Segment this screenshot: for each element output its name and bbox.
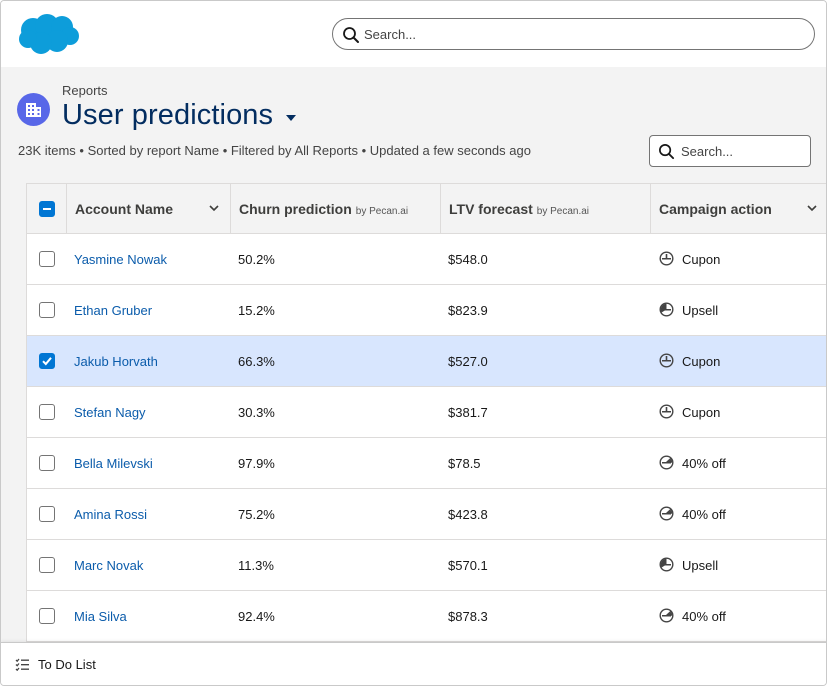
row-checkbox[interactable] xyxy=(39,455,55,471)
discount-icon xyxy=(659,506,674,521)
cloud-logo-icon[interactable] xyxy=(17,13,81,57)
account-name-link[interactable]: Marc Novak xyxy=(74,558,143,573)
campaign-action-value: Cupon xyxy=(682,354,721,369)
global-search[interactable] xyxy=(332,18,815,50)
account-name-link[interactable]: Stefan Nagy xyxy=(74,405,146,420)
row-checkbox[interactable] xyxy=(39,251,55,267)
churn-prediction-value: 92.4% xyxy=(238,609,275,624)
chevron-down-icon[interactable] xyxy=(807,205,817,212)
campaign-action-value: Cupon xyxy=(682,252,721,267)
select-all-column xyxy=(27,184,67,234)
column-header-churn-prediction[interactable]: Churn prediction by Pecan.ai xyxy=(231,184,441,234)
churn-prediction-value: 66.3% xyxy=(238,354,275,369)
row-checkbox[interactable] xyxy=(39,608,55,624)
report-table: Account Name Churn prediction by Pecan.ai… xyxy=(26,183,826,643)
upsell-icon xyxy=(659,302,674,317)
discount-icon xyxy=(659,608,674,623)
column-label: Account Name xyxy=(75,201,174,217)
row-checkbox[interactable] xyxy=(39,557,55,573)
breadcrumb[interactable]: Reports xyxy=(62,83,108,98)
column-header-campaign-action[interactable]: Campaign action xyxy=(651,184,826,234)
ltv-forecast-value: $381.7 xyxy=(448,405,488,420)
todo-list-button[interactable]: To Do List xyxy=(38,657,96,672)
campaign-action-value: 40% off xyxy=(682,456,726,471)
list-search[interactable] xyxy=(649,135,811,167)
report-object-icon xyxy=(17,93,50,126)
churn-prediction-value: 75.2% xyxy=(238,507,275,522)
select-all-checkbox[interactable] xyxy=(39,201,55,217)
table-header: Account Name Churn prediction by Pecan.ai… xyxy=(27,183,826,234)
account-name-link[interactable]: Ethan Gruber xyxy=(74,303,152,318)
coupon-icon xyxy=(659,404,674,419)
coupon-icon xyxy=(659,251,674,266)
row-checkbox[interactable] xyxy=(39,353,55,369)
table-row[interactable]: Yasmine Nowak 50.2% $548.0 Cupon xyxy=(27,234,826,285)
global-header xyxy=(1,1,826,67)
table-row[interactable]: Amina Rossi 75.2% $423.8 40% off xyxy=(27,489,826,540)
ltv-forecast-value: $548.0 xyxy=(448,252,488,267)
checkmark-icon xyxy=(42,357,52,366)
list-search-input[interactable] xyxy=(681,142,801,160)
upsell-icon xyxy=(659,557,674,572)
column-label: Churn prediction by Pecan.ai xyxy=(239,201,409,217)
search-icon xyxy=(343,27,359,43)
minus-icon xyxy=(43,208,51,210)
discount-icon xyxy=(659,455,674,470)
campaign-action-value: 40% off xyxy=(682,507,726,522)
table-row[interactable]: Ethan Gruber 15.2% $823.9 Upsell xyxy=(27,285,826,336)
churn-prediction-value: 15.2% xyxy=(238,303,275,318)
ltv-forecast-value: $878.3 xyxy=(448,609,488,624)
account-name-link[interactable]: Bella Milevski xyxy=(74,456,153,471)
campaign-action-value: Upsell xyxy=(682,558,719,573)
column-header-ltv-forecast[interactable]: LTV forecast by Pecan.ai xyxy=(441,184,651,234)
ltv-forecast-value: $823.9 xyxy=(448,303,488,318)
table-row[interactable]: Stefan Nagy 30.3% $381.7 Cupon xyxy=(27,387,826,438)
column-header-account-name[interactable]: Account Name xyxy=(67,184,231,234)
page-header: Reports User predictions 23K items • Sor… xyxy=(1,67,826,183)
churn-prediction-value: 11.3% xyxy=(238,558,274,573)
caret-down-icon[interactable] xyxy=(285,114,297,122)
ltv-forecast-value: $78.5 xyxy=(448,456,481,471)
coupon-icon xyxy=(659,353,674,368)
app-window: Reports User predictions 23K items • Sor… xyxy=(0,0,827,686)
table-row[interactable]: Marc Novak 11.3% $570.1 Upsell xyxy=(27,540,826,591)
column-label: LTV forecast by Pecan.ai xyxy=(449,201,590,217)
account-name-link[interactable]: Mia Silva xyxy=(74,609,127,624)
churn-prediction-value: 50.2% xyxy=(238,252,275,267)
row-checkbox[interactable] xyxy=(39,302,55,318)
utility-bar: To Do List xyxy=(1,642,826,685)
building-icon xyxy=(26,103,41,117)
campaign-action-value: Cupon xyxy=(682,405,721,420)
account-name-link[interactable]: Jakub Horvath xyxy=(74,354,158,369)
column-provider: by Pecan.ai xyxy=(536,206,590,217)
ltv-forecast-value: $527.0 xyxy=(448,354,488,369)
account-name-link[interactable]: Amina Rossi xyxy=(74,507,147,522)
campaign-action-value: 40% off xyxy=(682,609,726,624)
list-info: 23K items • Sorted by report Name • Filt… xyxy=(18,143,531,158)
page-title: User predictions xyxy=(62,99,274,131)
churn-prediction-value: 30.3% xyxy=(238,405,275,420)
ltv-forecast-value: $570.1 xyxy=(448,558,488,573)
table-row[interactable]: Bella Milevski 97.9% $78.5 40% off xyxy=(27,438,826,489)
global-search-input[interactable] xyxy=(364,24,794,44)
row-checkbox[interactable] xyxy=(39,404,55,420)
churn-prediction-value: 97.9% xyxy=(238,456,275,471)
column-provider: by Pecan.ai xyxy=(355,206,409,217)
column-label: Campaign action xyxy=(659,201,772,217)
left-gutter xyxy=(1,183,27,643)
search-icon xyxy=(659,144,675,160)
table-row[interactable]: Mia Silva 92.4% $878.3 40% off xyxy=(27,591,826,642)
row-checkbox[interactable] xyxy=(39,506,55,522)
checklist-icon xyxy=(15,658,29,671)
campaign-action-value: Upsell xyxy=(682,303,719,318)
ltv-forecast-value: $423.8 xyxy=(448,507,488,522)
chevron-down-icon[interactable] xyxy=(209,205,219,212)
table-row[interactable]: Jakub Horvath 66.3% $527.0 Cupon xyxy=(27,336,826,387)
account-name-link[interactable]: Yasmine Nowak xyxy=(74,252,167,267)
